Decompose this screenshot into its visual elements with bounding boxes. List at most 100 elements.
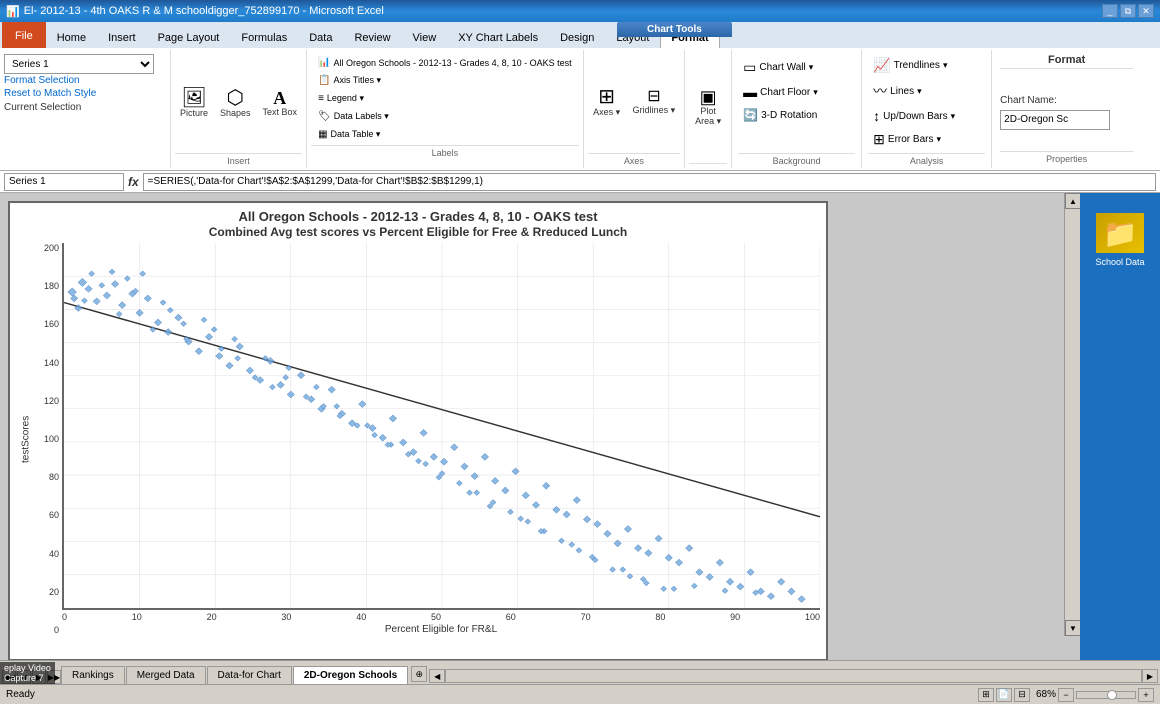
zoom-in-button[interactable]: +	[1138, 688, 1154, 702]
tab-design[interactable]: Design	[549, 26, 605, 48]
chart-title-line1: All Oregon Schools - 2012-13 - Grades 4,…	[16, 209, 820, 224]
tab-data-for-chart[interactable]: Data-for Chart	[207, 666, 292, 684]
app-icon: 📊	[6, 5, 20, 18]
chart-title-button[interactable]: 📊 All Oregon Schools - 2012-13 - Grades …	[313, 54, 577, 71]
tab-home[interactable]: Home	[46, 26, 97, 48]
desktop-icon-label: School Data	[1095, 257, 1144, 267]
restore-button[interactable]: ⧉	[1120, 4, 1136, 18]
tab-file[interactable]: File	[2, 22, 46, 48]
scroll-down-button[interactable]: ▼	[1065, 620, 1080, 636]
y-axis-values: 200 180 160 140 120 100 80 60 40 20 0	[34, 243, 62, 635]
tab-formulas[interactable]: Formulas	[230, 26, 298, 48]
current-selection-label: Current Selection	[4, 100, 166, 113]
minimize-button[interactable]: _	[1102, 4, 1118, 18]
format-selection-link[interactable]: Format Selection	[4, 74, 166, 87]
tab-data[interactable]: Data	[298, 26, 343, 48]
chart-wall-button[interactable]: ▭ Chart Wall ▾	[738, 56, 855, 79]
error-bars-button[interactable]: ⊞ Error Bars ▾	[868, 128, 985, 151]
data-labels-button[interactable]: 🏷 Data Labels ▾	[313, 108, 577, 125]
chart-inner: testScores 200 180 160 140 120 100 80 60…	[16, 243, 820, 635]
desktop-panel: 📁 School Data	[1080, 193, 1160, 660]
shapes-button[interactable]: ⬡ Shapes	[215, 84, 256, 122]
formula-bar: fx	[0, 171, 1160, 193]
tab-2d-oregon[interactable]: 2D-Oregon Schools	[293, 666, 408, 684]
insert-worksheet-button[interactable]: ⊕	[411, 666, 427, 682]
fx-label: fx	[128, 175, 139, 189]
x-axis-labels: 0 10 20 30 40 50 60 70 80 90 100	[62, 610, 820, 622]
reset-match-style-link[interactable]: Reset to Match Style	[4, 87, 166, 100]
ribbon-tab-bar: File Home Insert Page Layout Formulas Da…	[0, 22, 1160, 48]
axes-label: Axes	[588, 153, 681, 166]
lines-button[interactable]: 〰 Lines ▾	[868, 78, 985, 104]
page-layout-view-button[interactable]: 📄	[996, 688, 1012, 702]
tab-page-layout[interactable]: Page Layout	[147, 26, 231, 48]
y-axis-label: testScores	[16, 243, 34, 635]
analysis-section: 📈 Trendlines ▾ 〰 Lines ▾ ↕ Up/Down Bars …	[861, 50, 991, 168]
vertical-scrollbar[interactable]: ▲ ▼	[1064, 193, 1080, 636]
rotation-3d-button[interactable]: 🔄 3-D Rotation	[738, 105, 855, 125]
tab-xy-chart[interactable]: XY Chart Labels	[447, 26, 549, 48]
chart-name-label: Chart Name:	[1000, 95, 1133, 106]
background-label: Background	[738, 153, 855, 166]
tab-rankings[interactable]: Rankings	[61, 666, 125, 684]
background-section: ▭ Chart Wall ▾ ▬ Chart Floor ▾ 🔄 3-D Rot…	[731, 50, 861, 168]
close-button[interactable]: ✕	[1138, 4, 1154, 18]
up-down-bars-button[interactable]: ↕ Up/Down Bars ▾	[868, 105, 985, 127]
chart-svg	[64, 243, 820, 608]
window-title: El- 2012-13 - 4th OAKS R & M schooldigge…	[24, 5, 384, 17]
analysis-label: Analysis	[868, 153, 985, 166]
formula-input[interactable]	[143, 173, 1156, 191]
status-text: Ready	[6, 689, 35, 700]
sheet-tab-bar: ◀◀ ◀ ▶ ▶▶ Rankings Merged Data Data-for …	[0, 660, 1160, 684]
horizontal-scrollbar[interactable]: ◀ ▶	[429, 668, 1158, 684]
picture-button[interactable]: 🖼 Picture	[175, 84, 213, 122]
name-box[interactable]	[4, 173, 124, 191]
tab-review[interactable]: Review	[343, 26, 401, 48]
zoom-out-button[interactable]: −	[1058, 688, 1074, 702]
chart-title-line2: Combined Avg test scores vs Percent Elig…	[16, 225, 820, 239]
selection-dropdown[interactable]: Series 1	[4, 54, 154, 74]
normal-view-button[interactable]: ⊞	[978, 688, 994, 702]
desktop-icon-image: 📁	[1096, 213, 1144, 253]
labels-label: Labels	[311, 145, 579, 158]
page-break-view-button[interactable]: ⊟	[1014, 688, 1030, 702]
main-area: All Oregon Schools - 2012-13 - Grades 4,…	[0, 193, 1160, 660]
gridlines-button[interactable]: ⊟ Gridlines ▾	[628, 85, 681, 120]
scroll-left-button[interactable]: ◀	[429, 669, 445, 683]
axis-titles-button[interactable]: 📋 Axis Titles ▾	[313, 72, 577, 89]
chart-container[interactable]: All Oregon Schools - 2012-13 - Grades 4,…	[8, 201, 828, 660]
status-bar: Ready ⊞ 📄 ⊟ 68% − +	[0, 684, 1160, 704]
legend-button[interactable]: ≡ Legend ▾	[313, 90, 577, 107]
scroll-up-button[interactable]: ▲	[1065, 193, 1080, 209]
tab-merged-data[interactable]: Merged Data	[126, 666, 206, 684]
taskbar-hint: eplay Video Capture 7	[0, 662, 55, 684]
chart-tools-banner: Chart Tools	[617, 22, 732, 37]
plot-label	[689, 163, 727, 166]
tab-insert[interactable]: Insert	[97, 26, 147, 48]
insert-label: Insert	[175, 153, 302, 166]
ribbon: Series 1 Format Selection Reset to Match…	[0, 48, 1160, 171]
axes-section: ⊞ Axes ▾ ⊟ Gridlines ▾ Axes	[583, 50, 685, 168]
chart-floor-button[interactable]: ▬ Chart Floor ▾	[738, 81, 855, 103]
chart-name-input[interactable]	[1000, 110, 1110, 130]
properties-label: Properties	[1000, 151, 1133, 164]
desktop-icon[interactable]: 📁 School Data	[1095, 213, 1144, 267]
scroll-thumb	[445, 669, 1142, 683]
trendline-button[interactable]: 📈 Trendlines ▾	[868, 54, 985, 77]
text-box-button[interactable]: A Text Box	[258, 85, 303, 121]
plot-area-button[interactable]: ▣ PlotArea ▾	[689, 84, 727, 131]
properties-section: Format Chart Name: Properties	[991, 50, 1141, 168]
plot-area-wrapper: 0 10 20 30 40 50 60 70 80 90 100 Pe	[62, 243, 820, 635]
plot-area-section: ▣ PlotArea ▾	[684, 50, 731, 168]
x-axis-title: Percent Eligible for FR&L	[62, 624, 820, 635]
tab-view[interactable]: View	[402, 26, 448, 48]
scatter-plot	[62, 243, 820, 610]
format-label: Format	[1000, 54, 1133, 69]
data-table-button[interactable]: ▦ Data Table ▾	[313, 126, 577, 143]
axes-button[interactable]: ⊞ Axes ▾	[588, 83, 626, 122]
spreadsheet-area: All Oregon Schools - 2012-13 - Grades 4,…	[0, 193, 1080, 660]
zoom-level: 68%	[1036, 689, 1056, 700]
zoom-slider[interactable]	[1076, 691, 1136, 699]
title-bar: 📊 El- 2012-13 - 4th OAKS R & M schooldig…	[0, 0, 1160, 22]
scroll-right-button[interactable]: ▶	[1142, 669, 1158, 683]
